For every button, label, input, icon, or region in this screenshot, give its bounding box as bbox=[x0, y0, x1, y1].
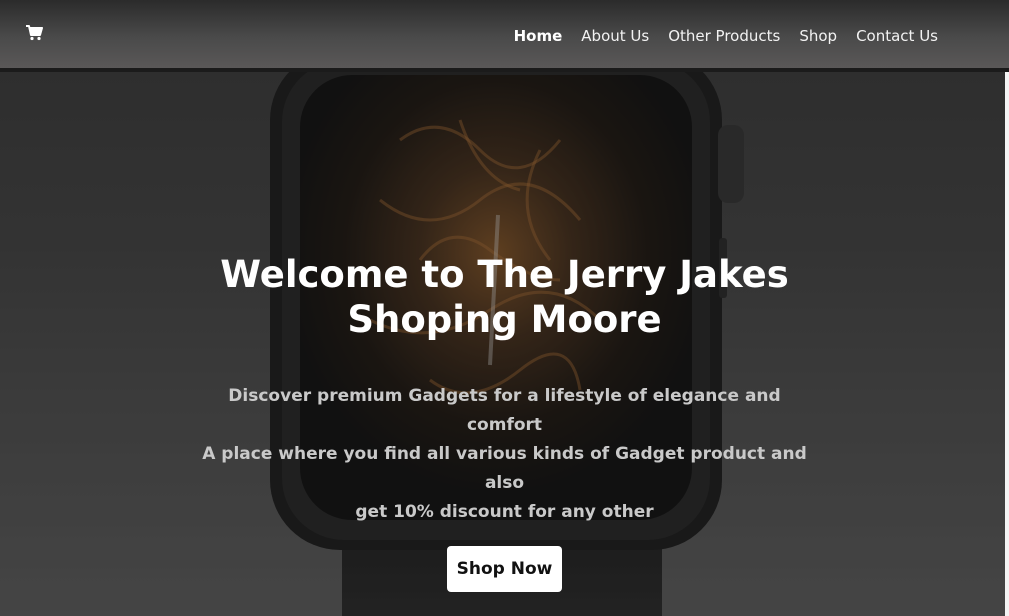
nav-link-contact-us[interactable]: Contact Us bbox=[856, 27, 938, 45]
shop-now-button[interactable]: Shop Now bbox=[446, 546, 563, 592]
nav-link-shop[interactable]: Shop bbox=[799, 27, 837, 45]
hero-subtitle-line-3: get 10% discount for any other bbox=[355, 502, 654, 522]
nav-menu: Home About Us Other Products Shop Contac… bbox=[514, 27, 938, 45]
hero-subtitle: Discover premium Gadgets for a lifestyle… bbox=[195, 382, 815, 527]
nav-link-about-us[interactable]: About Us bbox=[581, 27, 649, 45]
hero-title-line-2: Shoping Moore bbox=[347, 298, 662, 341]
top-navbar: Home About Us Other Products Shop Contac… bbox=[0, 0, 1009, 72]
shopping-cart-icon[interactable] bbox=[25, 25, 43, 41]
hero-title-line-1: Welcome to The Jerry Jakes bbox=[220, 253, 789, 296]
nav-link-other-products[interactable]: Other Products bbox=[668, 27, 780, 45]
hero-subtitle-line-1: Discover premium Gadgets for a lifestyle… bbox=[228, 386, 781, 435]
hero-section: Welcome to The Jerry Jakes Shoping Moore… bbox=[0, 252, 1009, 592]
hero-subtitle-line-2: A place where you find all various kinds… bbox=[202, 444, 807, 493]
nav-link-home[interactable]: Home bbox=[514, 27, 563, 45]
hero-title: Welcome to The Jerry Jakes Shoping Moore bbox=[185, 252, 825, 342]
landing-page: Home About Us Other Products Shop Contac… bbox=[0, 0, 1009, 616]
